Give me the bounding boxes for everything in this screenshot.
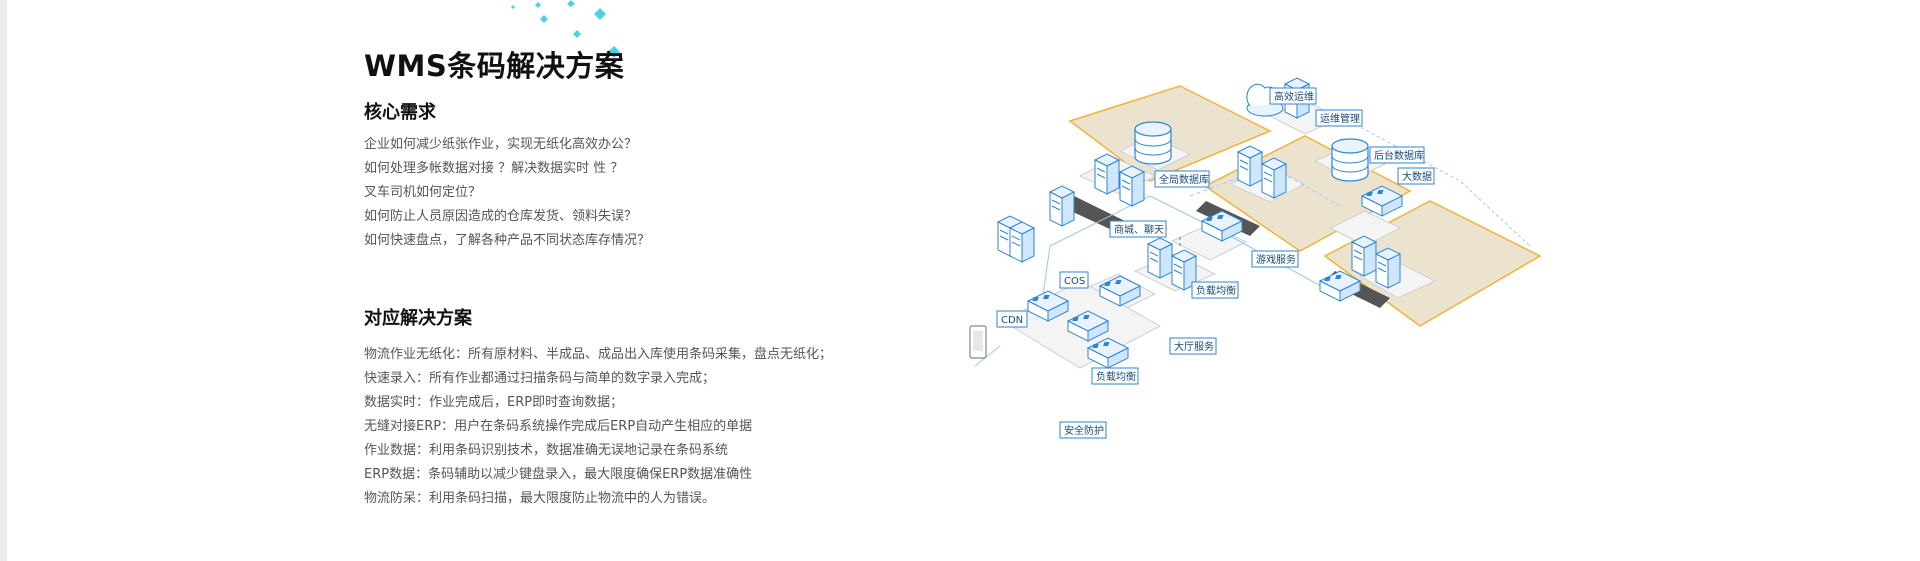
label-ops-management: 运维管理 [1315,109,1363,127]
needs-item: 叉车司机如何定位？ [364,185,482,200]
svg-text:负载均衡: 负载均衡 [1196,284,1236,297]
solution-item: 物流作业无纸化：所有原材料、半成品、成品出入库使用条码采集，盘点无纸化； [364,347,833,362]
cdn-icon [997,215,1035,263]
svg-text:安全防护: 安全防护 [1064,424,1104,437]
label-efficient-ops: 高效运维 [1269,87,1317,105]
mobile-device-icon [969,325,987,359]
label-game-service: 游戏服务 [1251,250,1299,268]
solution-item: 物流防呆：利用条码扫描，最大限度防止物流中的人为错误。 [364,491,716,506]
cos-icon [1049,185,1075,227]
label-load-balance-1: 负载均衡 [1191,281,1239,299]
solution-item: 无缝对接ERP：用户在条码系统操作完成后ERP自动产生相应的单据 [364,419,753,434]
needs-list: 企业如何减少纸张作业，实现无纸化高效办公？ 如何处理多帐数据对接 ？解决数据实时… [364,133,924,253]
svg-text:全局数据库: 全局数据库 [1159,173,1209,186]
label-security: 安全防护 [1059,421,1107,439]
label-big-data: 大数据 [1397,167,1435,185]
solution-item: 作业数据：利用条码识别技术，数据准确无误地记录在条码系统 [364,443,729,458]
svg-text:商城、聊天: 商城、聊天 [1114,223,1164,236]
solutions-heading: 对应解决方案 [364,308,472,329]
architecture-diagram: 高效运维 运维管理 后台数据库 全局数据库 大数据 商城、聊天 游戏服务 COS… [969,77,1542,439]
label-cdn: CDN [996,310,1028,328]
label-global-db: 全局数据库 [1154,170,1210,188]
solution-item: 数据实时：作业完成后，ERP即时查询数据； [364,395,624,410]
database-icon [1134,121,1172,165]
label-cos: COS [1059,271,1089,289]
page-title: WMS条码解决方案 [364,49,625,83]
svg-text:CDN: CDN [1001,315,1023,326]
solution-item: ERP数据：条码辅助以减少键盘录入，最大限度确保ERP数据准确性 [364,467,753,482]
label-load-balance-2: 负载均衡 [1091,367,1139,385]
solutions-list: 物流作业无纸化：所有原材料、半成品、成品出入库使用条码采集，盘点无纸化； 快速录… [364,343,924,511]
svg-text:大数据: 大数据 [1402,170,1432,183]
svg-text:高效运维: 高效运维 [1274,90,1314,103]
database-icon [1331,138,1369,182]
solution-item: 快速录入：所有作业都通过扫描条码与简单的数字录入完成； [364,371,716,386]
svg-text:COS: COS [1064,276,1085,287]
content-column: WMS条码解决方案 核心需求 企业如何减少纸张作业，实现无纸化高效办公？ 如何处… [364,40,924,511]
svg-text:游戏服务: 游戏服务 [1256,253,1296,266]
svg-text:负载均衡: 负载均衡 [1096,370,1136,383]
svg-text:运维管理: 运维管理 [1320,112,1360,125]
label-hall-service: 大厅服务 [1169,337,1217,355]
needs-item: 如何防止人员原因造成的仓库发货、领料失误？ [364,209,638,224]
needs-item: 企业如何减少纸张作业，实现无纸化高效办公？ [364,137,638,152]
svg-text:大厅服务: 大厅服务 [1174,340,1214,353]
left-edge-strip [0,0,7,561]
label-mall-chat: 商城、聊天 [1109,220,1167,238]
needs-item: 如何处理多帐数据对接 ？解决数据实时 性 ？ [364,161,624,176]
needs-heading: 核心需求 [364,102,436,123]
needs-item: 如何快速盘点，了解各种产品不同状态库存情况？ [364,233,651,248]
svg-text:后台数据库: 后台数据库 [1374,149,1424,162]
label-backend-db: 后台数据库 [1369,146,1425,164]
